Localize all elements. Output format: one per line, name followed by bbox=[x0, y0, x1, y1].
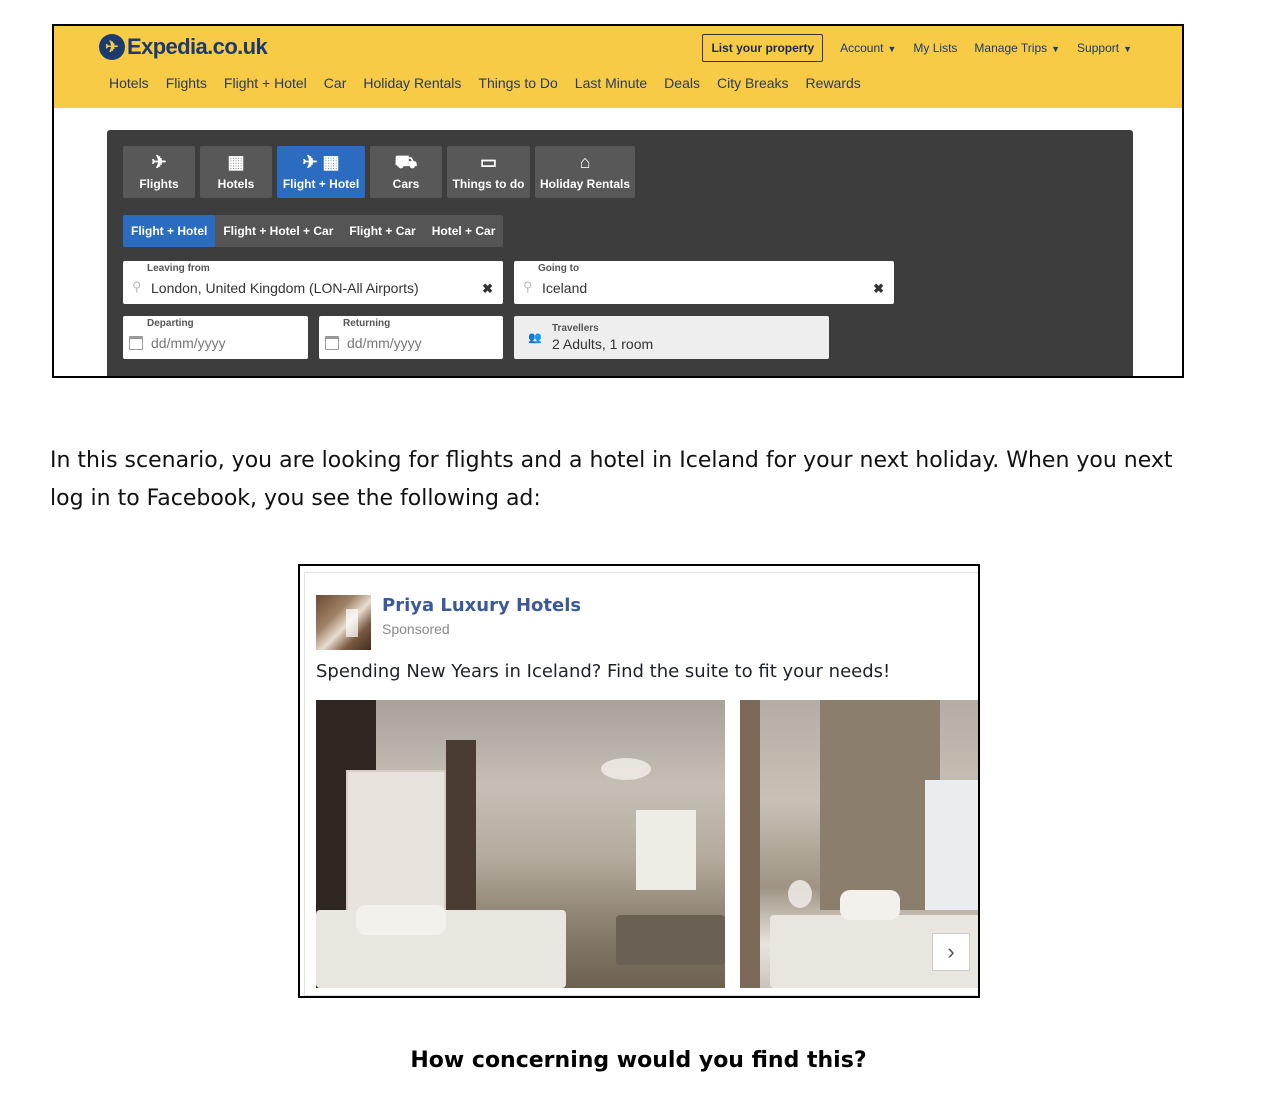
nav-hotels[interactable]: Hotels bbox=[109, 75, 149, 91]
subtab-flight-car[interactable]: Flight + Car bbox=[341, 215, 423, 247]
header-account-links: List your property Account ▼ My Lists Man… bbox=[702, 34, 1132, 62]
account-menu[interactable]: Account ▼ bbox=[840, 41, 896, 55]
nav-last-minute[interactable]: Last Minute bbox=[575, 75, 647, 91]
my-lists-link[interactable]: My Lists bbox=[913, 41, 957, 55]
search-panel: ✈ Flights ▦ Hotels ✈ ▦ Flight + Hotel ⛟ … bbox=[107, 130, 1133, 376]
chevron-down-icon: ▼ bbox=[887, 44, 897, 54]
nav-rewards[interactable]: Rewards bbox=[806, 75, 861, 91]
nav-deals[interactable]: Deals bbox=[664, 75, 700, 91]
facebook-ad-screenshot: Priya Luxury Hotels Sponsored Spending N… bbox=[298, 564, 980, 998]
location-pin-icon: ⚲ bbox=[523, 279, 533, 294]
sponsored-label: Sponsored bbox=[382, 621, 450, 637]
leaving-from-field[interactable]: ⚲ Leaving from London, United Kingdom (L… bbox=[123, 261, 503, 304]
nav-city-breaks[interactable]: City Breaks bbox=[717, 75, 789, 91]
expedia-screenshot: ✈ Expedia.co.uk List your property Accou… bbox=[52, 24, 1184, 378]
tab-flights[interactable]: ✈ Flights bbox=[123, 146, 195, 198]
main-nav: Hotels Flights Flight + Hotel Car Holida… bbox=[109, 75, 861, 91]
car-icon: ⛟ bbox=[394, 152, 418, 172]
calendar-icon bbox=[325, 336, 339, 350]
support-menu[interactable]: Support ▼ bbox=[1077, 41, 1132, 55]
chevron-down-icon: ▼ bbox=[1123, 44, 1132, 54]
tab-flight-hotel[interactable]: ✈ ▦ Flight + Hotel bbox=[277, 146, 365, 198]
scenario-text: In this scenario, you are looking for fl… bbox=[50, 448, 1173, 511]
chevron-down-icon: ▼ bbox=[1051, 44, 1061, 54]
expedia-logo[interactable]: ✈ Expedia.co.uk bbox=[99, 34, 268, 60]
subtab-hotel-car[interactable]: Hotel + Car bbox=[424, 215, 504, 247]
ad-page-name[interactable]: Priya Luxury Hotels bbox=[382, 595, 581, 616]
chevron-right-icon[interactable]: › bbox=[932, 933, 970, 971]
carousel-image-1[interactable] bbox=[316, 700, 725, 988]
plane-building-icon: ✈ ▦ bbox=[302, 152, 340, 172]
ticket-icon: ▭ bbox=[479, 152, 497, 172]
list-property-button[interactable]: List your property bbox=[702, 34, 824, 62]
going-to-field[interactable]: ⚲ Going to Iceland ✖ bbox=[514, 261, 894, 304]
plane-logo-icon: ✈ bbox=[99, 34, 125, 60]
ad-text: Spending New Years in Iceland? Find the … bbox=[316, 661, 891, 682]
location-pin-icon: ⚲ bbox=[132, 279, 142, 294]
clear-icon[interactable]: ✖ bbox=[873, 281, 884, 297]
subtab-flight-hotel-car[interactable]: Flight + Hotel + Car bbox=[215, 215, 341, 247]
clear-icon[interactable]: ✖ bbox=[482, 281, 493, 297]
expedia-header: ✈ Expedia.co.uk List your property Accou… bbox=[54, 26, 1182, 108]
survey-question: How concerning would you find this? bbox=[410, 1048, 867, 1073]
nav-things-to-do[interactable]: Things to Do bbox=[478, 75, 557, 91]
tab-things-to-do[interactable]: ▭ Things to do bbox=[447, 146, 530, 198]
house-icon: ⌂ bbox=[579, 152, 591, 172]
travellers-field[interactable]: 👥 Travellers 2 Adults, 1 room bbox=[514, 316, 829, 359]
calendar-icon bbox=[129, 336, 143, 350]
package-subtabs: Flight + Hotel Flight + Hotel + Car Flig… bbox=[123, 215, 504, 247]
tab-holiday-rentals[interactable]: ⌂ Holiday Rentals bbox=[535, 146, 635, 198]
people-icon: 👥 bbox=[528, 332, 542, 344]
subtab-flight-hotel[interactable]: Flight + Hotel bbox=[123, 215, 216, 247]
page-avatar[interactable] bbox=[316, 595, 371, 650]
nav-holiday-rentals[interactable]: Holiday Rentals bbox=[363, 75, 461, 91]
nav-car[interactable]: Car bbox=[324, 75, 347, 91]
returning-field[interactable]: Returning dd/mm/yyyy bbox=[319, 316, 503, 359]
nav-flights[interactable]: Flights bbox=[166, 75, 207, 91]
departing-field[interactable]: Departing dd/mm/yyyy bbox=[123, 316, 308, 359]
manage-trips-menu[interactable]: Manage Trips ▼ bbox=[974, 41, 1060, 55]
search-type-tabs: ✈ Flights ▦ Hotels ✈ ▦ Flight + Hotel ⛟ … bbox=[123, 146, 635, 198]
logo-text: Expedia.co.uk bbox=[127, 34, 268, 59]
ad-card: Priya Luxury Hotels Sponsored Spending N… bbox=[304, 572, 978, 996]
tab-cars[interactable]: ⛟ Cars bbox=[370, 146, 442, 198]
nav-flight-hotel[interactable]: Flight + Hotel bbox=[224, 75, 307, 91]
building-icon: ▦ bbox=[227, 152, 245, 172]
tab-hotels[interactable]: ▦ Hotels bbox=[200, 146, 272, 198]
plane-icon: ✈ bbox=[151, 152, 167, 172]
